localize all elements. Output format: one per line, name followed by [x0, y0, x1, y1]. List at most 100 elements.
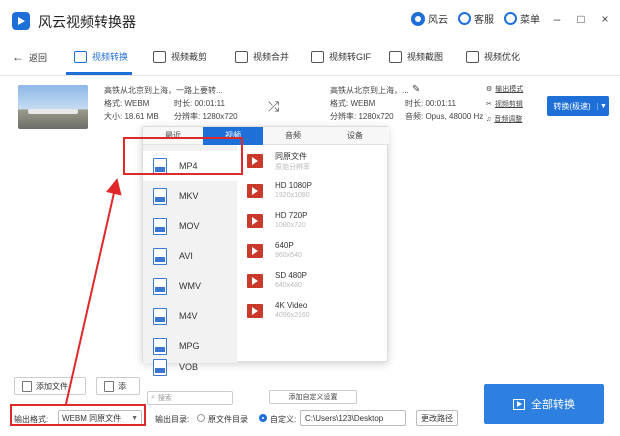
tab-video-screenshot[interactable]: 视频截图 [389, 50, 443, 63]
format-item-mkv[interactable]: MKV [143, 181, 237, 211]
quality-title: 640P [275, 241, 294, 250]
active-tab-indicator [66, 72, 132, 75]
file-actions: ⚙ 输出模式 ✂ 视频剪辑 ♫ 音频调整 [486, 82, 523, 127]
mov-file-icon [153, 217, 167, 235]
format-label: WMV [179, 281, 201, 291]
source-resolution: 分辨率: 1280x720 [174, 112, 238, 121]
tab-video-convert[interactable]: 视频转换 [74, 50, 128, 63]
toolbar: ← 返回 视频转换 视频裁剪 视频合并 视频转GIF 视频截图 视频优化 [0, 40, 620, 76]
tab-video-merge[interactable]: 视频合并 [235, 50, 289, 63]
radio-custom-dir[interactable] [259, 414, 267, 422]
format-item-vob[interactable]: VOB [143, 357, 237, 377]
menu-icon [504, 12, 517, 25]
maximize-button[interactable]: □ [574, 12, 588, 26]
highlight-output-format-box [10, 404, 146, 426]
annotation-arrow-line [65, 178, 122, 405]
format-item-m4v[interactable]: M4V [143, 301, 237, 331]
minimize-button[interactable]: – [550, 12, 564, 26]
highlight-mp4-box [123, 137, 243, 175]
format-label: AVI [179, 251, 193, 261]
quality-item-1080p[interactable]: HD 1080P 1920x1080 [247, 179, 387, 209]
audio-adjust-link[interactable]: ♫ 音频调整 [486, 112, 523, 127]
video-merge-icon [235, 50, 248, 63]
add-file-icon [22, 380, 32, 392]
user-button[interactable]: 风云 [411, 11, 448, 26]
customer-service-button[interactable]: 客服 [458, 11, 494, 26]
output-mode-link[interactable]: ⚙ 输出模式 [486, 82, 523, 97]
add-folder-icon [104, 380, 114, 392]
video-thumbnail[interactable] [18, 85, 88, 129]
shuffle-icon: ⤮ [268, 98, 280, 114]
convert-all-button[interactable]: 全部转换 [484, 384, 604, 424]
quality-title: HD 1080P [275, 181, 312, 190]
tab-audio[interactable]: 音频 [263, 127, 323, 145]
video-file-icon [247, 304, 263, 318]
output-audio: 音频: Opus, 48000 Hz [405, 112, 484, 121]
change-path-button[interactable]: 更改路径 [416, 410, 458, 426]
output-dir-label: 输出目录: [155, 415, 190, 424]
video-convert-icon [74, 50, 87, 63]
video-file-icon [247, 244, 263, 258]
add-folder-label: 添 [118, 381, 126, 391]
back-button[interactable]: ← 返回 [12, 50, 47, 64]
quality-item-480p[interactable]: SD 480P 640x480 [247, 269, 387, 299]
screenshot-icon [389, 50, 402, 63]
gif-icon [311, 50, 324, 63]
output-duration: 时长: 00:01:11 [405, 99, 456, 108]
chevron-down-icon[interactable]: ▼ [597, 102, 609, 110]
format-label: MKV [179, 191, 199, 201]
add-folder-button[interactable]: 添 [96, 377, 140, 395]
app-title: 风云视频转换器 [38, 14, 136, 30]
format-search-input[interactable]: ⌕ 搜索 [147, 391, 233, 405]
add-file-label: 添加文件 [36, 381, 68, 391]
quality-item-640p[interactable]: 640P 960x640 [247, 239, 387, 269]
output-path-field[interactable]: C:\Users\123\Desktop [300, 410, 406, 426]
quality-title: 4K Video [275, 301, 308, 310]
edit-name-icon[interactable]: ✎ [412, 84, 420, 95]
quality-title: HD 720P [275, 211, 308, 220]
tool-label: 视频裁剪 [171, 52, 208, 62]
menu-button[interactable]: 菜单 [504, 11, 540, 26]
quality-sub: 4096x2160 [275, 312, 310, 319]
quality-sub: 640x480 [275, 282, 302, 289]
tab-video-crop[interactable]: 视频裁剪 [153, 50, 207, 63]
video-edit-link[interactable]: ✂ 视频剪辑 [486, 97, 523, 112]
format-list: MP4 MKV MOV AVI WMV M4V MPG VOB [143, 145, 237, 376]
video-file-icon [247, 214, 263, 228]
menu-label: 菜单 [520, 15, 540, 26]
music-icon: ♫ [486, 116, 492, 123]
convert-button[interactable]: 转换(极速) ▼ [547, 96, 609, 116]
format-label: MPG [179, 341, 200, 351]
format-item-avi[interactable]: AVI [143, 241, 237, 271]
format-label: VOB [179, 362, 199, 372]
gear-icon: ⚙ [486, 86, 493, 93]
add-file-button[interactable]: 添加文件 [14, 377, 86, 395]
tab-video-to-gif[interactable]: 视频转GIF [311, 50, 371, 63]
format-item-wmv[interactable]: WMV [143, 271, 237, 301]
quality-sub: 960x640 [275, 252, 302, 259]
link-label: 音频调整 [494, 116, 523, 123]
wmv-file-icon [153, 277, 167, 295]
user-icon [411, 11, 425, 26]
quality-item-4k[interactable]: 4K Video 4096x2160 [247, 299, 387, 329]
quality-item-original[interactable]: 同原文件 原始分辨率 [247, 149, 387, 179]
radio-source-label: 原文件目录 [208, 415, 248, 424]
quality-sub: 原始分辨率 [275, 164, 310, 171]
add-custom-setting-button[interactable]: 添加自定义设置 [269, 390, 357, 404]
radio-source-dir[interactable] [197, 414, 205, 422]
close-button[interactable]: × [598, 12, 612, 26]
vob-file-icon [153, 359, 167, 376]
tool-label: 视频优化 [484, 52, 521, 62]
format-item-mov[interactable]: MOV [143, 211, 237, 241]
radio-custom-label: 自定义: [270, 415, 297, 424]
tab-video-optimize[interactable]: 视频优化 [466, 50, 520, 63]
service-label: 客服 [474, 15, 494, 26]
tab-device[interactable]: 设备 [323, 127, 387, 145]
tool-label: 视频截图 [407, 52, 444, 62]
quality-sub: 1920x1080 [275, 192, 310, 199]
user-label: 风云 [428, 15, 448, 26]
quality-item-720p[interactable]: HD 720P 1080x720 [247, 209, 387, 239]
output-resolution: 分辨率: 1280x720 [330, 112, 394, 121]
mkv-file-icon [153, 187, 167, 205]
headset-icon [458, 12, 471, 25]
